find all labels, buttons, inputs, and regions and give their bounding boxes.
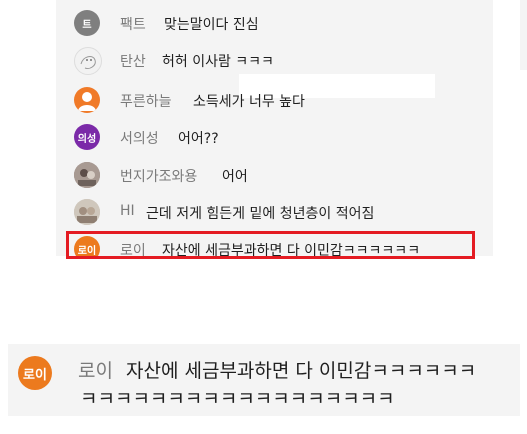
- photo-avatar-icon: [74, 199, 100, 225]
- avatar[interactable]: 의성: [74, 124, 100, 150]
- person-silhouette-icon: [78, 92, 96, 111]
- message-text: 허허 이사람 ㅋㅋㅋ: [162, 54, 274, 70]
- message-text: 소득세가 너무 높다: [193, 94, 305, 110]
- scroll-edge: [520, 0, 527, 70]
- photo-avatar-icon: [74, 162, 100, 188]
- avatar-label: 트: [82, 19, 92, 31]
- message-text-line-1: 자산에 세금부과하면 다 이민감ㅋㅋㅋㅋㅋㅋ: [126, 360, 477, 382]
- avatar[interactable]: [74, 162, 100, 188]
- avatar-label: 의성: [77, 133, 97, 145]
- message-author[interactable]: 팩트: [120, 14, 146, 34]
- sketch-face-icon: [80, 56, 96, 69]
- message-author[interactable]: 로이: [120, 240, 146, 256]
- message-author[interactable]: HI: [120, 203, 135, 219]
- avatar-label: 로이: [77, 245, 97, 257]
- message-text: 맞는말이다 진심: [164, 17, 259, 33]
- chat-message-row: HI 근데 저게 힘든게 밑에 청년층이 적어짐: [56, 196, 493, 228]
- message-author[interactable]: 탄산: [120, 51, 146, 71]
- chat-message-row: 탄산 허허 이사람 ㅋㅋㅋ: [56, 44, 493, 76]
- message-text: 어어??: [178, 131, 219, 147]
- avatar[interactable]: [74, 47, 102, 75]
- chat-message-row: 의성 서의성 어어??: [56, 121, 493, 153]
- chat-message-row: 로이 로이 자산에 세금부과하면 다 이민감ㅋㅋㅋㅋㅋㅋ: [56, 233, 493, 256]
- chat-message-row: 번지가조와용 어어: [56, 159, 493, 191]
- message-author[interactable]: 서의성: [120, 128, 159, 148]
- message-author[interactable]: 푸른하늘: [120, 91, 172, 111]
- message-text-line-2: ㅋㅋㅋㅋㅋㅋㅋㅋㅋㅋㅋㅋㅋㅋㅋㅋㅋㅋ: [80, 388, 395, 410]
- avatar[interactable]: 트: [74, 10, 100, 36]
- message-author[interactable]: 로이: [78, 356, 113, 383]
- chat-message-row: 트 팩트 맞는말이다 진심: [56, 7, 493, 39]
- message-text: 근데 저게 힘든게 밑에 청년층이 적어짐: [146, 206, 375, 222]
- avatar[interactable]: [74, 199, 100, 225]
- avatar[interactable]: 로이: [18, 356, 52, 390]
- message-author[interactable]: 번지가조와용: [120, 166, 197, 186]
- avatar[interactable]: [74, 87, 100, 113]
- chat-message-row: 푸른하늘 소득세가 너무 높다: [56, 84, 493, 116]
- message-text: 어어: [222, 169, 248, 185]
- avatar-label: 로이: [23, 367, 47, 383]
- avatar[interactable]: 로이: [74, 236, 100, 256]
- message-text: 자산에 세금부과하면 다 이민감ㅋㅋㅋㅋㅋㅋ: [162, 243, 421, 256]
- chat-message-list: 트 팩트 맞는말이다 진심 탄산 허허 이사람 ㅋㅋㅋ 푸른하늘 소득세가 너무…: [56, 0, 493, 256]
- zoomed-message-card: 로이 로이 자산에 세금부과하면 다 이민감ㅋㅋㅋㅋㅋㅋ ㅋㅋㅋㅋㅋㅋㅋㅋㅋㅋㅋ…: [8, 344, 520, 416]
